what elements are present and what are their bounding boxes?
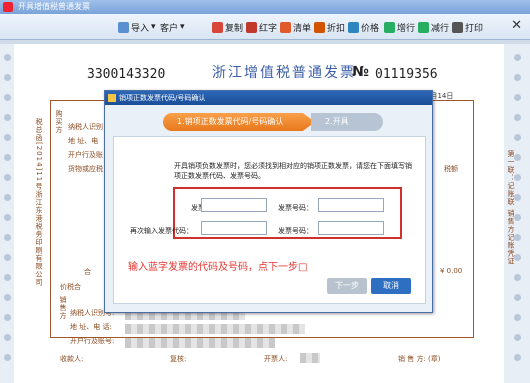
copy-icon bbox=[212, 21, 223, 33]
seller-address-label: 地 址、电 话: bbox=[70, 323, 112, 331]
add-row-icon bbox=[384, 21, 395, 33]
tax-amount-column-header: 税额 bbox=[444, 165, 458, 173]
delete-row-button[interactable]: 减行 bbox=[418, 19, 449, 35]
cancel-button[interactable]: 取消 bbox=[371, 278, 411, 294]
red-invoice-button[interactable]: 红字 bbox=[246, 19, 277, 35]
red-invoice-icon bbox=[246, 21, 257, 33]
code-confirm-label: 再次输入发票代码： bbox=[130, 227, 193, 235]
add-row-button[interactable]: 增行 bbox=[384, 19, 415, 35]
seller-bank-redacted bbox=[125, 338, 275, 348]
seller-label: 销售方 bbox=[59, 296, 67, 320]
price-tax-total-label: 价税合 bbox=[60, 283, 81, 291]
dialog-description: 开具销项负数发票时，您必须找到相对应的销项正数发票，请您在下面填写销项正数发票代… bbox=[174, 162, 412, 180]
list-icon bbox=[280, 21, 291, 33]
dialog-titlebar: 销项正数发票代码/号码确认 bbox=[105, 91, 432, 105]
list-button[interactable]: 清单 bbox=[280, 19, 311, 35]
toolbar: 导入 ▾ 客户 ▾ 复制 红字 清单 折扣 价格 增行 减行 打印 ✕ bbox=[0, 14, 530, 40]
total-label: 合 bbox=[84, 268, 91, 276]
annotation-hint: 输入蓝字发票的代码及号码，点下一步□ bbox=[128, 262, 308, 273]
print-button[interactable]: 打印 bbox=[452, 19, 483, 35]
copy-button[interactable]: 复制 bbox=[212, 19, 243, 35]
buyer-taxpayer-label: 纳税人识别 bbox=[68, 123, 103, 131]
invoice-number-input[interactable] bbox=[318, 198, 384, 212]
seller-bank-label: 开户行及账号: bbox=[70, 337, 115, 345]
close-icon[interactable]: ✕ bbox=[511, 18, 522, 33]
issuer-label: 开票人: bbox=[264, 355, 288, 363]
invoice-title: 浙江增值税普通发票 bbox=[212, 65, 356, 81]
price-button[interactable]: 价格 bbox=[348, 19, 379, 35]
wizard-steps: 1.销项正数发票代码/号码确认 2.开具 bbox=[163, 113, 383, 131]
next-step-button[interactable]: 下一步 bbox=[327, 278, 367, 294]
dialog-icon bbox=[108, 94, 116, 102]
step-1-active: 1.销项正数发票代码/号码确认 bbox=[163, 113, 315, 131]
copy-label: 第一联：记账联 销售方记账凭证 bbox=[507, 150, 515, 266]
invoice-code-input[interactable] bbox=[201, 198, 267, 212]
discount-button[interactable]: 折扣 bbox=[314, 19, 345, 35]
print-icon bbox=[452, 21, 463, 33]
number-label: 发票号码： bbox=[278, 204, 313, 212]
issuer-redacted bbox=[300, 353, 320, 363]
invoice-code-confirm-input[interactable] bbox=[201, 221, 267, 235]
number-confirm-label: 发票号码： bbox=[278, 227, 313, 235]
import-icon bbox=[118, 21, 129, 33]
total-tax-value: ¥ 0.00 bbox=[440, 267, 463, 275]
goods-column-header: 货物或应税 bbox=[68, 165, 103, 173]
seller-address-redacted bbox=[125, 324, 305, 334]
invoice-number-confirm-input[interactable] bbox=[318, 221, 384, 235]
buyer-bank-label: 开户行及账 bbox=[68, 151, 103, 159]
printer-info: 税总函[2014]11号浙江东港税务印刷有限公司 bbox=[35, 118, 43, 287]
customer-button[interactable]: 客户 ▾ bbox=[160, 19, 185, 35]
left-perforation bbox=[0, 44, 14, 383]
dialog-title: 销项正数发票代码/号码确认 bbox=[119, 94, 206, 102]
buyer-label: 购买方 bbox=[55, 110, 63, 134]
invoice-code: 3300143320 bbox=[87, 67, 166, 82]
invoice-number: 01119356 bbox=[375, 67, 438, 82]
delete-row-icon bbox=[418, 21, 429, 33]
price-icon bbox=[348, 21, 359, 33]
buyer-address-label: 地 址、电 bbox=[68, 137, 99, 145]
reviewer-label: 复核: bbox=[170, 355, 187, 363]
discount-icon bbox=[314, 21, 325, 33]
seller-seal-label: 销 售 方: (章) bbox=[398, 355, 441, 363]
app-icon bbox=[3, 2, 13, 12]
import-button[interactable]: 导入 ▾ bbox=[118, 19, 156, 35]
window-title: 开具增值税普通发票 bbox=[18, 2, 90, 11]
window-titlebar: 开具增值税普通发票 bbox=[0, 0, 530, 14]
step-2: 2.开具 bbox=[311, 113, 383, 131]
payee-label: 收款人: bbox=[60, 355, 84, 363]
invoice-number-mark: № bbox=[352, 64, 369, 80]
